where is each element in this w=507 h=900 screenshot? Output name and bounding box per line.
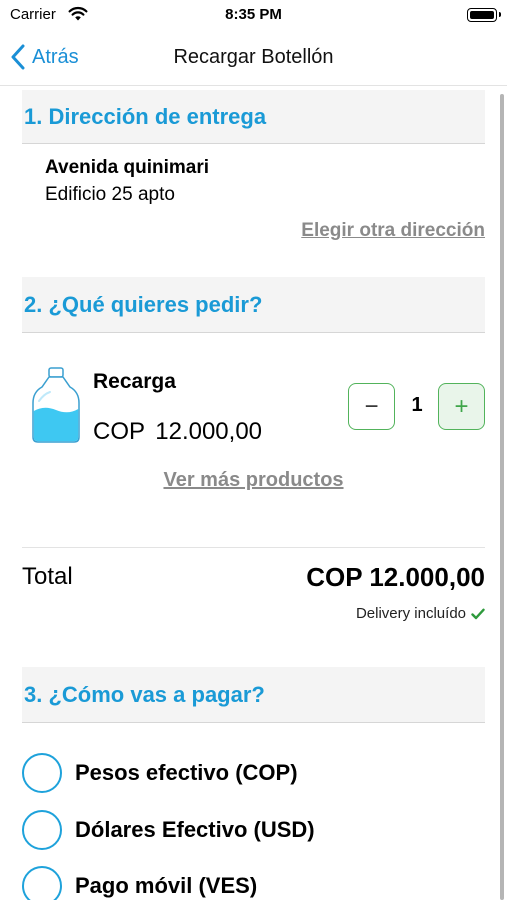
total-label: Total xyxy=(22,563,73,590)
payment-option-usd[interactable]: Dólares Efectivo (USD) xyxy=(22,810,315,850)
battery-icon xyxy=(467,8,501,22)
change-address-link[interactable]: Elegir otra dirección xyxy=(301,220,485,242)
more-products-link[interactable]: Ver más productos xyxy=(0,469,507,492)
order-section-header: 2. ¿Qué quieres pedir? xyxy=(22,277,485,333)
scroll-indicator[interactable] xyxy=(500,94,504,900)
plus-icon: + xyxy=(454,392,469,420)
checkmark-icon xyxy=(471,608,485,619)
payment-option-label: Dólares Efectivo (USD) xyxy=(75,817,315,842)
status-bar: Carrier 8:35 PM xyxy=(0,0,507,30)
payment-option-ves[interactable]: Pago móvil (VES) xyxy=(22,866,257,900)
total-value: COP 12.000,00 xyxy=(306,562,485,592)
payment-option-label: Pago móvil (VES) xyxy=(75,873,258,898)
address-line1: Avenida quinimari xyxy=(45,157,209,178)
delivery-section-header: 1. Dirección de entrega xyxy=(22,90,485,144)
increase-quantity-button[interactable]: + xyxy=(438,383,485,430)
decrease-quantity-button[interactable]: − xyxy=(348,383,395,430)
product-name: Recarga xyxy=(93,370,176,393)
radio-button[interactable] xyxy=(22,866,62,900)
payment-section-header: 3. ¿Cómo vas a pagar? xyxy=(22,667,485,723)
navigation-bar: Atrás Recargar Botellón xyxy=(0,30,507,86)
address-line2: Edificio 25 apto xyxy=(45,184,175,205)
divider xyxy=(22,547,485,548)
product-price: COP 12.000,00 xyxy=(93,418,263,445)
radio-button[interactable] xyxy=(22,753,62,793)
minus-icon: − xyxy=(364,392,379,420)
delivery-included-note: Delivery incluído xyxy=(356,605,485,622)
clock: 8:35 PM xyxy=(225,6,282,23)
radio-button[interactable] xyxy=(22,810,62,850)
payment-option-cop[interactable]: Pesos efectivo (COP) xyxy=(22,753,298,793)
page-title: Recargar Botellón xyxy=(173,46,334,68)
payment-option-label: Pesos efectivo (COP) xyxy=(75,760,298,785)
water-bottle-icon xyxy=(32,367,80,443)
delivery-note-label: Delivery incluído xyxy=(355,605,466,622)
quantity-value: 1 xyxy=(411,394,423,416)
